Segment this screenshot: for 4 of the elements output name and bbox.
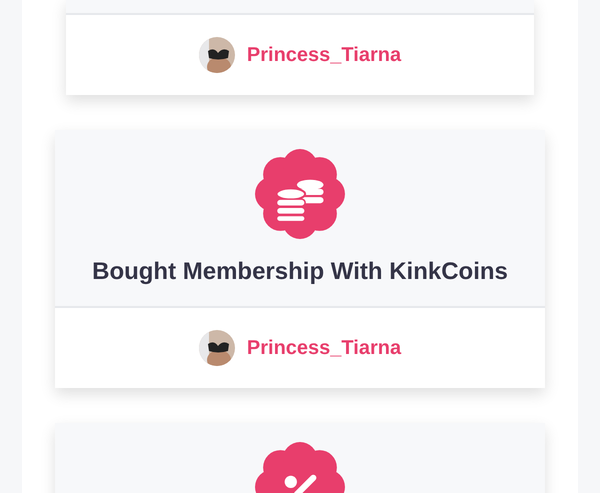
card-title: Bought Membership With KinkCoins: [92, 258, 508, 286]
coins-badge-icon: [254, 148, 346, 240]
username-link[interactable]: Princess_Tiarna: [246, 336, 402, 360]
username-link[interactable]: Princess_Tiarna: [246, 44, 402, 66]
